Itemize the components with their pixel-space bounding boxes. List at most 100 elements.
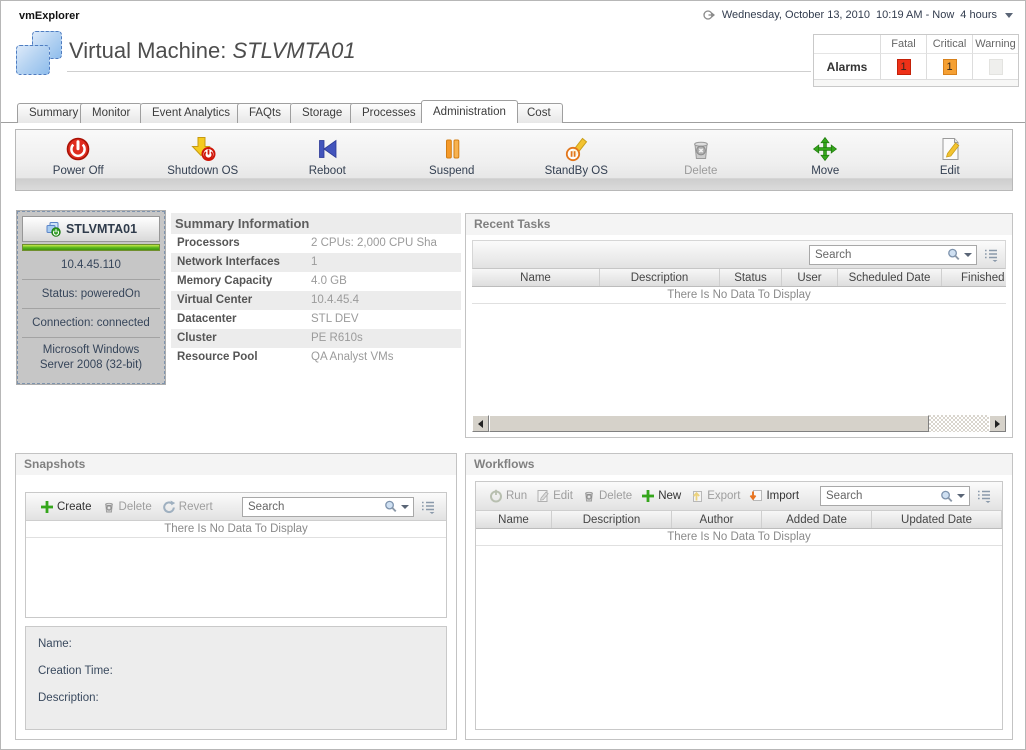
row-label: Resource Pool — [171, 348, 311, 367]
power-off-button[interactable]: Power Off — [16, 130, 141, 190]
search-icon[interactable] — [383, 499, 398, 514]
search-input[interactable] — [815, 249, 946, 261]
column-header[interactable]: Updated Date — [872, 511, 1002, 528]
tab-processes[interactable]: Processes — [350, 103, 428, 123]
snapshots-panel: Snapshots Create Delete Revert — [15, 453, 457, 740]
table-customizer-icon[interactable] — [983, 248, 999, 262]
summary-row: Resource PoolQA Analyst VMs — [171, 348, 461, 367]
column-header[interactable]: Status — [720, 269, 782, 286]
table-customizer-icon[interactable] — [420, 500, 436, 514]
column-header[interactable]: Scheduled Date — [838, 269, 942, 286]
column-header[interactable]: Added Date — [762, 511, 872, 528]
time-range-selector[interactable]: Wednesday, October 13, 2010 10:19 AM - N… — [703, 9, 1013, 21]
column-header[interactable]: Author — [672, 511, 762, 528]
tab-cost[interactable]: Cost — [515, 103, 563, 123]
export-icon — [690, 489, 704, 503]
snapshot-details-box: Name: Creation Time: Description: — [25, 626, 447, 730]
summary-row: Memory Capacity4.0 GB — [171, 272, 461, 291]
search-options-arrow-icon[interactable] — [964, 253, 972, 257]
button-label: Reboot — [309, 165, 346, 177]
search-input[interactable] — [826, 490, 939, 502]
search-icon[interactable] — [939, 489, 954, 504]
search-box[interactable] — [242, 497, 414, 517]
tab-event-analytics[interactable]: Event Analytics — [140, 103, 242, 123]
column-header[interactable]: Name — [472, 269, 600, 286]
snapshot-name-label: Name: — [38, 638, 434, 650]
workflows-list-box: Run Edit Delete New Export — [475, 481, 1003, 730]
edit-icon — [536, 489, 550, 503]
button-label: Shutdown OS — [167, 165, 238, 177]
chevron-down-icon — [1005, 13, 1013, 18]
summary-row: DatacenterSTL DEV — [171, 310, 461, 329]
delete-button: Delete — [639, 130, 764, 190]
power-off-icon — [65, 136, 91, 162]
search-box[interactable] — [809, 245, 977, 265]
vm-card-title: STLVMTA01 — [22, 216, 160, 242]
row-label: Datacenter — [171, 310, 311, 329]
row-value: QA Analyst VMs — [311, 348, 461, 367]
edit-icon — [937, 136, 963, 162]
vm-os-name: Microsoft Windows Server 2008 (32-bit) — [22, 337, 160, 378]
search-options-arrow-icon[interactable] — [957, 494, 965, 498]
column-header[interactable]: Description — [600, 269, 720, 286]
fatal-alarm-badge[interactable]: 1 — [897, 59, 911, 75]
column-header[interactable]: Name — [476, 511, 552, 528]
tab-monitor[interactable]: Monitor — [80, 103, 142, 123]
run-icon — [489, 489, 503, 503]
row-label: Cluster — [171, 329, 311, 348]
scrollbar-thumb[interactable] — [489, 415, 929, 432]
snapshots-toolbar: Create Delete Revert — [26, 493, 446, 521]
search-box[interactable] — [820, 486, 970, 506]
scrollbar-track[interactable] — [489, 415, 989, 432]
summary-information-panel: Summary Information Processors2 CPUs: 2,… — [171, 213, 461, 367]
timezone-clock-icon — [703, 9, 716, 21]
vm-summary-card[interactable]: STLVMTA01 10.4.45.110 Status: poweredOn … — [17, 211, 165, 384]
edit-button[interactable]: Edit — [888, 130, 1013, 190]
search-input[interactable] — [248, 501, 383, 513]
summary-row: Virtual Center10.4.45.4 — [171, 291, 461, 310]
tab-storage[interactable]: Storage — [290, 103, 354, 123]
alarms-corner-cell — [814, 35, 880, 53]
button-label: Delete — [119, 501, 152, 513]
vmexplorer-page: vmExplorer Wednesday, October 13, 2010 1… — [0, 0, 1026, 750]
trash-icon — [102, 500, 116, 514]
move-button[interactable]: Move — [763, 130, 888, 190]
new-workflow-button[interactable]: New — [641, 489, 681, 503]
button-label: Export — [707, 490, 740, 502]
button-label: StandBy OS — [545, 165, 608, 177]
page-title: Virtual Machine: STLVMTA01 — [69, 38, 356, 64]
time-range-duration: 4 hours — [960, 9, 997, 21]
button-label: Delete — [684, 165, 717, 177]
trash-icon — [688, 136, 714, 162]
critical-alarm-badge[interactable]: 1 — [943, 59, 957, 75]
create-snapshot-button[interactable]: Create — [40, 500, 92, 514]
standby-os-button[interactable]: StandBy OS — [514, 130, 639, 190]
alarms-summary-table: Fatal Critical Warning Alarms 1 1 — [813, 34, 1019, 87]
column-header[interactable]: Description — [552, 511, 672, 528]
row-value: STL DEV — [311, 310, 461, 329]
button-label: Edit — [940, 165, 960, 177]
table-customizer-icon[interactable] — [976, 489, 992, 503]
shutdown-os-icon — [190, 136, 216, 162]
column-header[interactable]: User — [782, 269, 838, 286]
tab-faqts[interactable]: FAQts — [237, 103, 293, 123]
search-icon[interactable] — [946, 247, 961, 262]
scroll-right-button[interactable] — [989, 415, 1006, 432]
reboot-button[interactable]: Reboot — [265, 130, 390, 190]
scroll-left-button[interactable] — [472, 415, 489, 432]
tab-administration[interactable]: Administration — [421, 100, 518, 123]
alarms-col-fatal: Fatal — [880, 35, 926, 53]
row-value: 4.0 GB — [311, 272, 461, 291]
row-label: Memory Capacity — [171, 272, 311, 291]
recent-tasks-title: Recent Tasks — [466, 214, 1012, 235]
shutdown-os-button[interactable]: Shutdown OS — [141, 130, 266, 190]
column-header[interactable]: Finished Date — [942, 269, 1006, 286]
search-options-arrow-icon[interactable] — [401, 505, 409, 509]
import-workflow-button[interactable]: Import — [749, 489, 799, 503]
title-divider — [67, 71, 811, 72]
vm-action-toolbar: Power Off Shutdown OS Reboot Suspend Sta… — [15, 129, 1013, 191]
recent-tasks-header-row: Name Description Status User Scheduled D… — [472, 269, 1006, 287]
suspend-button[interactable]: Suspend — [390, 130, 515, 190]
horizontal-scrollbar[interactable] — [472, 415, 1006, 432]
reboot-icon — [314, 136, 340, 162]
